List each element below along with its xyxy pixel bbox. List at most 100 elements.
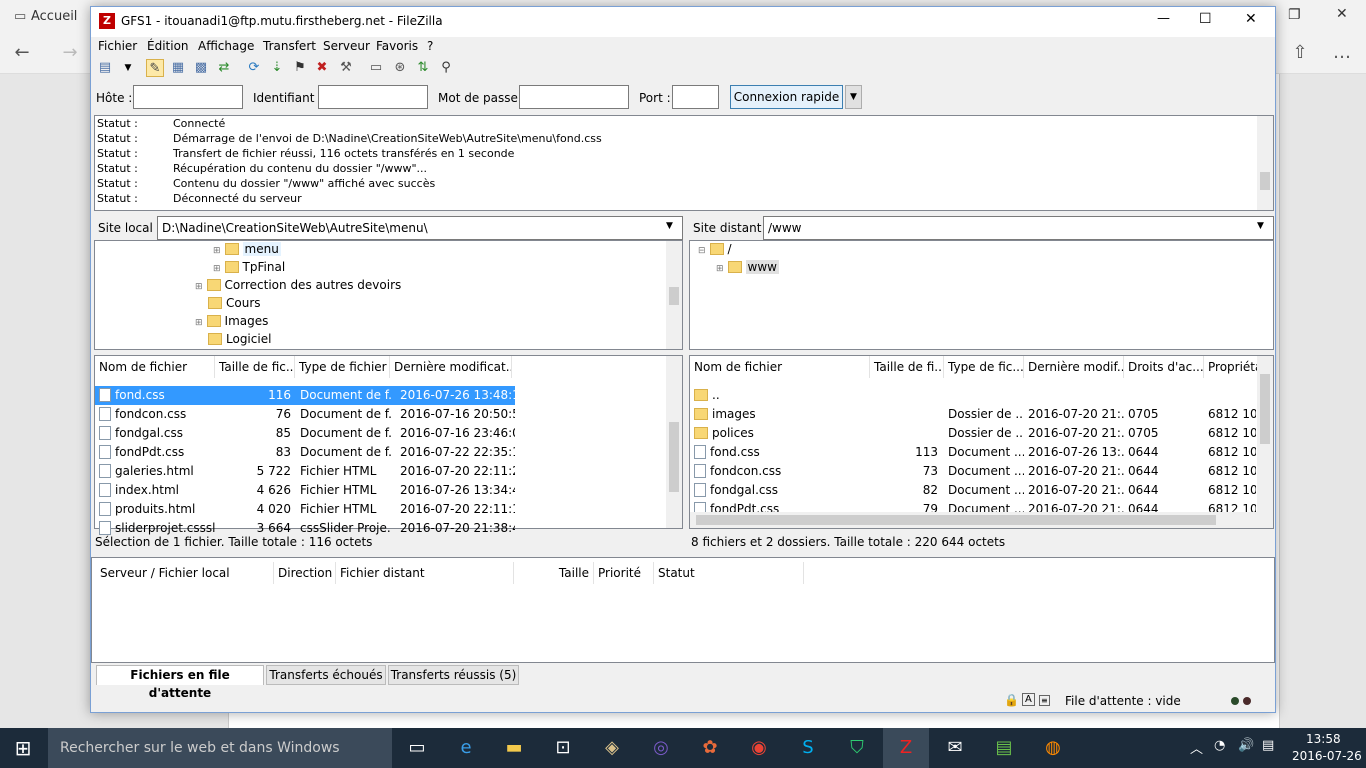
clock-date[interactable]: 2016-07-26: [1292, 749, 1362, 763]
clock-time[interactable]: 13:58: [1306, 732, 1341, 746]
process-queue-icon[interactable]: ⇣: [268, 59, 286, 77]
table-row[interactable]: fondPdt.css 83 Document de f... 2016-07-22 …: [95, 443, 515, 462]
edge-tab-label[interactable]: Accueil: [31, 9, 77, 24]
chrome-icon[interactable]: ◉: [736, 728, 782, 768]
tree-item[interactable]: ⊞ TpFinal: [213, 260, 285, 278]
user-input[interactable]: [318, 85, 428, 109]
tree-item[interactable]: ⊞ Correction des autres devoirs: [195, 278, 401, 296]
menu-fichier[interactable]: Fichier: [98, 39, 137, 53]
forward-icon[interactable]: →: [50, 38, 90, 68]
local-col-type[interactable]: Type de fichier: [295, 356, 390, 378]
table-row[interactable]: fondcon.css 76 Document de f... 2016-07-16 …: [95, 405, 515, 424]
remote-col-perm[interactable]: Droits d'ac...: [1124, 356, 1204, 378]
mail-icon[interactable]: ✉: [932, 728, 978, 768]
table-row[interactable]: fondcon.css 73 Document ... 2016-07-20 21:.…: [690, 462, 1257, 481]
tree-item[interactable]: Logiciel: [208, 332, 271, 350]
queue-col-server[interactable]: Serveur / Fichier local: [96, 562, 274, 584]
edge-icon[interactable]: e: [443, 728, 489, 768]
tab-queued[interactable]: Fichiers en file d'attente: [96, 665, 264, 700]
table-row[interactable]: index.html 4 626 Fichier HTML 2016-07-26 13…: [95, 481, 515, 500]
table-row[interactable]: ..: [690, 386, 1257, 405]
minimize-button[interactable]: —: [1157, 11, 1170, 26]
skype-icon[interactable]: S: [785, 728, 831, 768]
share-icon[interactable]: ⇧: [1280, 38, 1320, 68]
toggle-queue-icon[interactable]: ⇄: [215, 59, 233, 77]
local-col-date[interactable]: Dernière modificat...: [390, 356, 512, 378]
menu-affichage[interactable]: Affichage: [198, 39, 254, 53]
picasa-icon[interactable]: ✿: [687, 728, 733, 768]
log-scroll-thumb[interactable]: [1260, 172, 1270, 190]
expand-icon[interactable]: ⊞: [195, 318, 203, 328]
maximize-button[interactable]: ☐: [1199, 11, 1212, 27]
toggle-local-tree-icon[interactable]: ▦: [169, 59, 187, 77]
sync-browse-icon[interactable]: ⇅: [414, 59, 432, 77]
table-row[interactable]: images Dossier de ... 2016-07-20 21:... 070…: [690, 405, 1257, 424]
quickconnect-button[interactable]: Connexion rapide: [730, 85, 843, 109]
port-input[interactable]: [672, 85, 719, 109]
local-list-scrollbar[interactable]: [666, 356, 682, 528]
expand-icon[interactable]: ⊞: [716, 264, 724, 274]
queue-col-size[interactable]: Taille: [514, 562, 594, 584]
tree-item[interactable]: ⊞ www: [716, 260, 779, 278]
file-explorer-icon[interactable]: ▬: [491, 728, 537, 768]
disconnect-icon[interactable]: ⚒: [337, 59, 355, 77]
menu-edition[interactable]: Édition: [147, 39, 189, 53]
tab-failed[interactable]: Transferts échoués: [266, 665, 386, 685]
table-row[interactable]: fondgal.css 85 Document de f... 2016-07-16 …: [95, 424, 515, 443]
expand-icon[interactable]: ⊞: [213, 246, 221, 256]
local-path-dropdown-icon[interactable]: ▼: [666, 221, 673, 231]
find-icon[interactable]: ⚲: [437, 59, 455, 77]
tree-item[interactable]: ⊞ menu: [213, 242, 281, 260]
refresh-icon[interactable]: ⟳: [245, 59, 263, 77]
toggle-log-icon[interactable]: ✎: [146, 59, 164, 77]
task-view-icon[interactable]: ▭: [394, 728, 440, 768]
table-row[interactable]: fond.css 116 Document de f... 2016-07-26 13…: [95, 386, 515, 405]
local-tree-scrollbar[interactable]: [666, 241, 682, 349]
more-icon[interactable]: …: [1322, 38, 1362, 68]
remote-col-owner[interactable]: Propriéta: [1204, 356, 1259, 378]
firefox-icon[interactable]: ◍: [1030, 728, 1076, 768]
edge-close-icon[interactable]: ✕: [1336, 6, 1348, 22]
filezilla-taskbar-icon[interactable]: Z: [883, 728, 929, 768]
local-col-name[interactable]: Nom de fichier: [95, 356, 215, 378]
compare-icon[interactable]: ▭: [367, 59, 385, 77]
chevron-up-icon[interactable]: ︿: [1190, 738, 1203, 757]
tree-item[interactable]: ⊟ /: [698, 242, 732, 260]
volume-icon[interactable]: 🔊: [1238, 738, 1254, 753]
filter-icon[interactable]: ⊛: [391, 59, 409, 77]
queue-col-direction[interactable]: Direction: [274, 562, 336, 584]
tree-item[interactable]: Cours: [208, 296, 261, 314]
remote-path-input[interactable]: /www: [763, 216, 1274, 240]
table-row[interactable]: polices Dossier de ... 2016-07-20 21:... 07…: [690, 424, 1257, 443]
back-icon[interactable]: ←: [2, 38, 42, 68]
menu-help[interactable]: ?: [427, 39, 433, 53]
expand-icon[interactable]: ⊞: [213, 264, 221, 274]
tab-successful[interactable]: Transferts réussis (5): [388, 665, 519, 685]
site-manager-dropdown-icon[interactable]: ▼: [119, 59, 137, 77]
remote-list-scroll-thumb[interactable]: [1260, 374, 1270, 444]
table-row[interactable]: fondgal.css 82 Document ... 2016-07-20 21:.…: [690, 481, 1257, 500]
app-icon[interactable]: ◈: [589, 728, 635, 768]
notification-icon[interactable]: ▤: [1262, 738, 1274, 753]
edge-restore-icon[interactable]: ❐: [1288, 7, 1301, 23]
wifi-icon[interactable]: ◔: [1214, 738, 1225, 753]
queue-col-remote[interactable]: Fichier distant: [336, 562, 514, 584]
toggle-remote-tree-icon[interactable]: ▩: [192, 59, 210, 77]
remote-list-scrollbar[interactable]: [1257, 356, 1273, 512]
queue-col-priority[interactable]: Priorité: [594, 562, 654, 584]
remote-path-dropdown-icon[interactable]: ▼: [1257, 221, 1264, 231]
tree-item[interactable]: ⊞ Images: [195, 314, 268, 332]
menu-serveur[interactable]: Serveur: [323, 39, 370, 53]
log-scrollbar[interactable]: [1257, 116, 1273, 210]
viber-icon[interactable]: ◎: [638, 728, 684, 768]
quickconnect-dropdown-icon[interactable]: ▼: [845, 85, 862, 109]
cancel-icon[interactable]: ✖: [313, 59, 331, 77]
host-input[interactable]: [133, 85, 243, 109]
table-row[interactable]: galeries.html 5 722 Fichier HTML 2016-07-20…: [95, 462, 515, 481]
local-list-scroll-thumb[interactable]: [669, 422, 679, 492]
menu-favoris[interactable]: Favoris: [376, 39, 418, 53]
search-box[interactable]: Rechercher sur le web et dans Windows: [48, 728, 392, 768]
local-col-size[interactable]: Taille de fic...: [215, 356, 295, 378]
site-manager-icon[interactable]: ▤: [96, 59, 114, 77]
password-input[interactable]: [519, 85, 629, 109]
